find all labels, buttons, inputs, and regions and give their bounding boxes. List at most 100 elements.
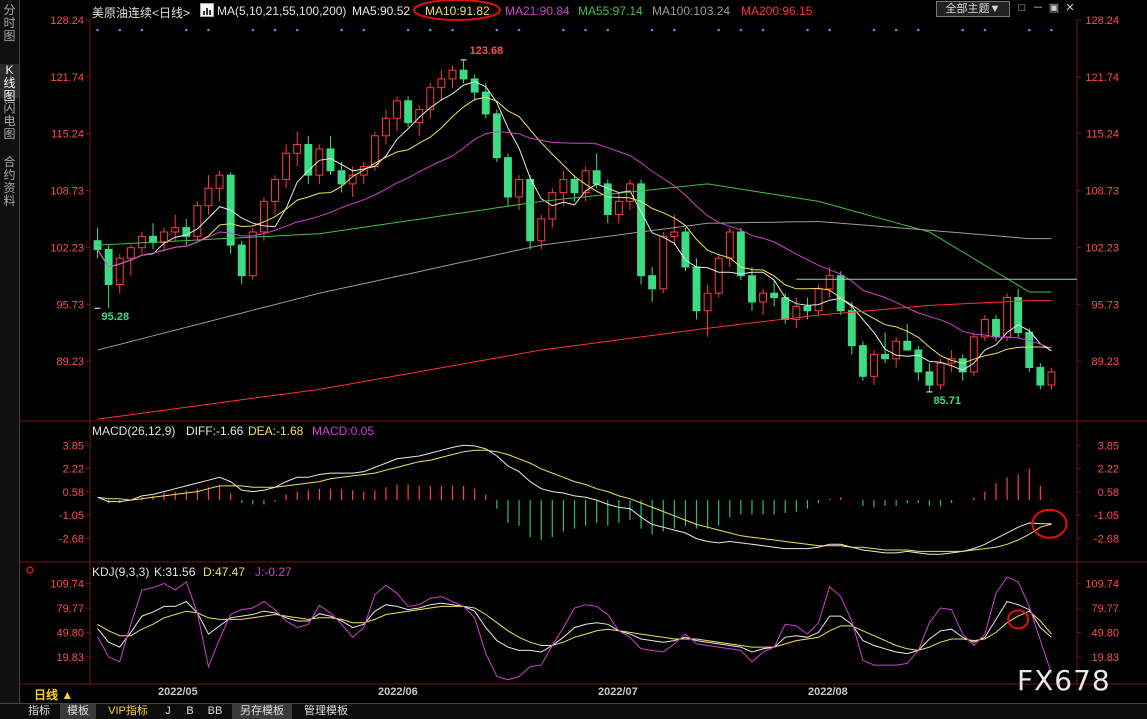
kdj-ylabel-left: 79.77 xyxy=(56,603,84,615)
macd-ylabel-right: -1.05 xyxy=(1094,510,1119,522)
price-ylabel-left: 95.73 xyxy=(56,299,84,311)
tab-j[interactable]: J xyxy=(160,704,176,719)
candle-body xyxy=(259,200,268,233)
top-marker-dot xyxy=(1027,28,1031,32)
candle-body xyxy=(149,235,157,243)
top-marker-dot xyxy=(362,28,366,32)
candle-body xyxy=(881,353,890,360)
candle-body xyxy=(537,218,546,242)
candle-body xyxy=(736,231,745,277)
candle-body xyxy=(592,170,601,185)
kdj-d-line xyxy=(97,605,1052,651)
top-marker-dot xyxy=(451,28,454,32)
kdj-j-line xyxy=(97,576,1052,681)
candle-body xyxy=(470,78,479,93)
candle-body xyxy=(337,170,346,185)
candle-body xyxy=(858,345,867,377)
candle-body xyxy=(282,152,291,181)
price-ylabel-right: 95.73 xyxy=(1091,299,1119,311)
ma-line-ma10 xyxy=(97,96,1052,364)
ma-line-ma100 xyxy=(97,220,1052,351)
price-ylabel-left: 108.73 xyxy=(50,186,84,198)
chart-canvas[interactable]: 128.24 128.24 121.74 121.74 115.24 115.24 108.… xyxy=(20,0,1147,686)
tab-flash[interactable]: 闪电图 xyxy=(0,102,19,142)
x-label-may: 2022/05 xyxy=(158,686,198,698)
candle-body xyxy=(980,318,989,338)
top-marker-dot xyxy=(517,28,521,32)
price-ylabel-left: 102.23 xyxy=(50,242,84,254)
tab-save-template[interactable]: 另存模板 xyxy=(232,704,292,719)
candle-body xyxy=(126,247,135,259)
candle-body xyxy=(825,275,834,290)
candle-body xyxy=(1014,297,1023,334)
tab-contract-info[interactable]: 合约资料 xyxy=(0,156,19,210)
watermark: FX678 xyxy=(1017,664,1111,697)
tab-b[interactable]: B xyxy=(180,704,200,719)
top-marker-dot xyxy=(184,28,188,32)
tab-indicators[interactable]: 指标 xyxy=(22,704,56,719)
price-ylabel-right: 121.74 xyxy=(1085,72,1119,84)
candle-body xyxy=(836,275,845,312)
ma-line-ma200 xyxy=(97,300,1052,420)
candle-body xyxy=(914,349,923,373)
price-high-label: 123.68 xyxy=(470,45,504,57)
candle-body xyxy=(637,183,645,277)
candle-body xyxy=(248,231,257,277)
tab-kline[interactable]: K线图 xyxy=(0,64,19,103)
top-marker-dot xyxy=(340,28,343,32)
price-ylabel-left: 128.24 xyxy=(50,15,84,27)
tab-bb[interactable]: BB xyxy=(204,704,226,719)
candle-body xyxy=(648,275,657,290)
candle-body xyxy=(559,179,568,194)
top-marker-dot xyxy=(273,28,277,32)
top-marker-dot xyxy=(140,28,144,32)
price-ylabel-right: 128.24 xyxy=(1085,15,1119,27)
candle-body xyxy=(903,340,912,351)
kdj-ylabel-left: 49.80 xyxy=(56,628,84,640)
candle-body xyxy=(781,297,790,320)
top-marker-dot xyxy=(584,28,587,32)
candle-body xyxy=(748,275,756,303)
candle-body xyxy=(293,144,302,154)
macd-ylabel-left: 3.85 xyxy=(63,440,84,452)
tab-vip-indicators[interactable]: VIP指标 xyxy=(100,704,156,719)
price-ylabel-left: 89.23 xyxy=(56,356,84,368)
price-ylabel-right: 102.23 xyxy=(1085,242,1119,254)
tab-templates[interactable]: 模板 xyxy=(60,704,96,719)
kdj-pane-marker-icon xyxy=(26,566,34,574)
candle-body xyxy=(1047,371,1056,386)
candle-body xyxy=(847,310,856,347)
candle-body xyxy=(115,257,124,285)
candle-body xyxy=(1036,367,1045,386)
top-marker-dot xyxy=(917,28,920,32)
macd-ylabel-right: 0.58 xyxy=(1098,487,1119,499)
top-marker-dot xyxy=(872,28,876,32)
top-marker-dot xyxy=(96,28,99,32)
top-marker-dot xyxy=(673,28,676,32)
macd-ylabel-left: -1.05 xyxy=(59,510,84,522)
period-selector[interactable]: 日线 ▲ xyxy=(34,686,73,703)
kdj-k-line xyxy=(97,600,1052,655)
candle-body xyxy=(770,292,779,299)
candle-body xyxy=(504,157,512,198)
candle-body xyxy=(759,292,768,303)
candle-body xyxy=(171,227,180,233)
macd-diff-line xyxy=(97,444,1052,555)
candle-body xyxy=(969,336,978,373)
tab-timeshare[interactable]: 分时图 xyxy=(0,4,19,44)
candle-body xyxy=(137,235,146,249)
top-marker-dot xyxy=(295,28,299,32)
candle-body xyxy=(703,292,712,312)
top-marker-dot xyxy=(251,28,255,32)
tab-manage-templates[interactable]: 管理模板 xyxy=(296,704,356,719)
candle-body xyxy=(992,318,1000,338)
macd-ylabel-right: 2.22 xyxy=(1098,463,1119,475)
kdj-ylabel-right: 49.80 xyxy=(1091,628,1119,640)
candle-body xyxy=(692,266,701,312)
candle-body xyxy=(925,371,934,386)
kdj-ylabel-right: 109.74 xyxy=(1085,579,1119,591)
ma-line-ma21 xyxy=(97,131,1052,349)
price-ylabel-right: 115.24 xyxy=(1086,129,1119,141)
kdj-ylabel-right: 19.83 xyxy=(1091,652,1119,664)
macd-ylabel-left: -2.68 xyxy=(59,533,84,545)
